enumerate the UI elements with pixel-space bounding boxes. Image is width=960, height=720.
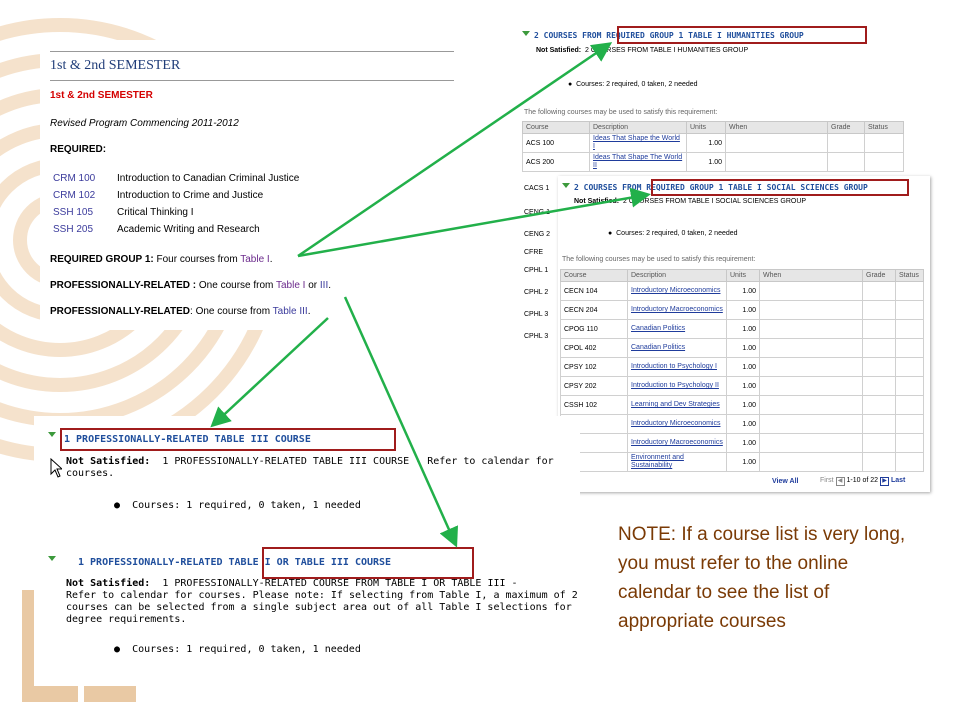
arrow-to-table-i-or-iii xyxy=(343,296,459,548)
annotation-arrows xyxy=(210,42,651,548)
arrow-to-table-iii xyxy=(210,317,329,428)
arrow-to-social-sciences xyxy=(297,187,651,258)
arrow-to-humanities xyxy=(297,42,613,258)
